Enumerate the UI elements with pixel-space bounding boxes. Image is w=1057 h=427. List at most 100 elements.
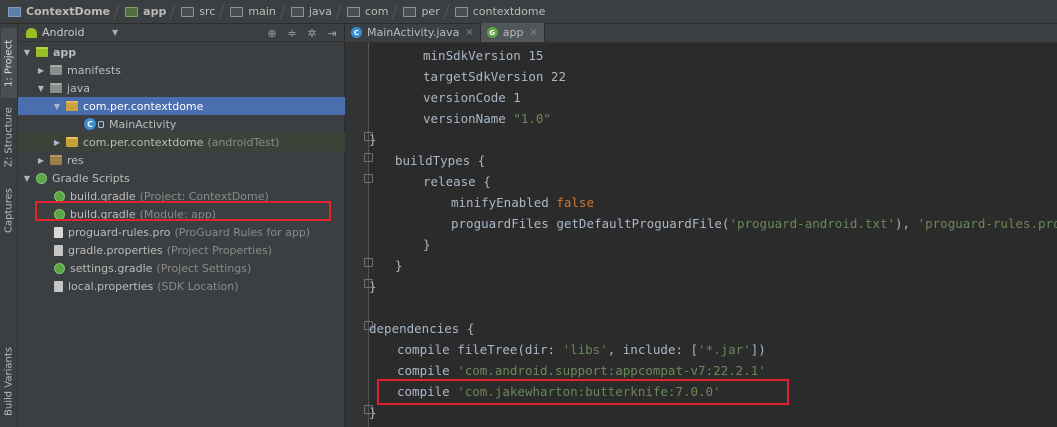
code-token: buildTypes { [395,153,486,168]
gradle-icon [54,190,65,202]
chevron-down-icon[interactable]: ▼ [36,84,46,93]
chevron-down-icon[interactable]: ▼ [52,102,62,111]
tree-item-local-properties[interactable]: local.properties (SDK Location) [18,277,345,295]
code-token: } [395,258,403,273]
breadcrumb-item-src[interactable]: src [177,3,226,21]
tool-window-strip: 1: Project Z: Structure Captures Build V… [0,24,18,427]
tab-structure[interactable]: Z: Structure [1,102,17,172]
package-icon [66,101,78,111]
tree-item-app[interactable]: ▼ app [18,43,345,61]
folder-icon [290,6,304,17]
code-token: versionCode 1 [423,90,521,105]
resource-folder-icon [50,155,62,165]
scroll-from-source-icon[interactable]: ⊕ [266,27,278,40]
code-line[interactable]: } [369,276,377,297]
code-token: minSdkVersion 15 [423,48,544,63]
project-view-selector[interactable]: Android ▼ ⊕ ≑ ✲ ⇥ [18,24,344,42]
tab-captures[interactable]: Captures [1,180,17,242]
tree-item-build-gradle-project[interactable]: build.gradle (Project: ContextDome) [18,187,345,205]
folder-icon [50,65,62,75]
tree-item-package-test[interactable]: ▶ com.per.contextdome (androidTest) [18,133,345,151]
panel-toolbar: ⊕ ≑ ✲ ⇥ [266,27,338,40]
chevron-down-icon: ▼ [112,28,119,37]
code-line[interactable]: } [369,129,377,150]
tab-app-gradle[interactable]: Gapp × [480,23,545,42]
code-line[interactable]: minSdkVersion 15 [423,45,543,66]
package-icon [66,137,78,147]
code-token: compile [397,363,458,378]
chevron-right-icon[interactable]: ▶ [36,156,46,165]
chevron-right-icon[interactable]: ▶ [36,66,46,75]
code-line[interactable]: compile fileTree(dir: 'libs', include: [… [397,339,766,360]
code-line[interactable]: dependencies { [369,318,474,339]
code-line[interactable]: } [423,234,431,255]
code-token: minifyEnabled [451,195,557,210]
code-line[interactable]: proguardFiles getDefaultProguardFile('pr… [451,213,1057,234]
chevron-down-icon[interactable]: ▼ [22,48,32,57]
code-token: ]) [750,342,766,357]
code-token: ), [895,216,918,231]
gradle-icon [36,172,47,184]
code-line[interactable]: compile 'com.android.support:appcompat-v… [397,360,766,381]
code-line[interactable]: } [369,402,377,423]
tree-item-gradle-properties[interactable]: gradle.properties (Project Properties) [18,241,345,259]
code-token: } [369,132,377,147]
tree-item-build-gradle-module[interactable]: build.gradle (Module: app) [18,205,345,223]
chevron-down-icon[interactable]: ▼ [22,174,32,183]
tree-item-proguard-rules[interactable]: proguard-rules.pro (ProGuard Rules for ap… [18,223,345,241]
breadcrumb-item-app[interactable]: app [121,3,177,21]
tree-item-java[interactable]: ▼ java [18,79,345,97]
hide-panel-icon[interactable]: ⇥ [326,27,338,40]
editor-tab-bar: C MainActivity.java × Gapp × [345,23,1057,43]
gradle-icon [54,262,65,274]
code-area[interactable]: minSdkVersion 15 targetSdkVersion 22 versi… [369,43,1057,427]
code-token: release { [423,174,491,189]
code-token: proguardFiles getDefaultProguardFile( [451,216,730,231]
tree-item-settings-gradle[interactable]: settings.gradle (Project Settings) [18,259,345,277]
breadcrumb-item-java[interactable]: java [287,3,343,21]
code-token: versionName [423,111,514,126]
code-editor[interactable]: minSdkVersion 15 targetSdkVersion 22 versi… [345,43,1057,427]
breadcrumb-item-per[interactable]: per [399,3,450,21]
code-line[interactable]: versionCode 1 [423,87,521,108]
file-icon [54,226,63,238]
code-line[interactable]: compile 'com.jakewharton:butterknife:7.0… [397,381,721,402]
code-token: false [556,195,594,210]
breadcrumb-item-contextdome[interactable]: contextdome [451,3,550,21]
collapse-all-icon[interactable]: ≑ [286,27,298,40]
code-line[interactable]: release { [423,171,491,192]
breadcrumb-item-com[interactable]: com [343,3,400,21]
code-line[interactable]: targetSdkVersion 22 [423,66,566,87]
code-line[interactable]: } [395,255,403,276]
close-icon[interactable]: × [465,27,473,38]
tab-project[interactable]: 1: Project [1,28,17,98]
tab-build-variants[interactable]: Build Variants [1,342,17,422]
chevron-right-icon[interactable]: ▶ [52,138,62,147]
tab-mainactivity[interactable]: C MainActivity.java × [345,23,481,42]
lock-icon [98,120,104,128]
tree-item-manifests[interactable]: ▶ manifests [18,61,345,79]
code-line[interactable]: buildTypes { [395,150,485,171]
android-icon [26,27,37,38]
breadcrumb-item-main[interactable]: main [226,3,286,21]
tree-item-mainactivity[interactable]: C MainActivity [18,115,345,133]
code-line[interactable]: versionName "1.0" [423,108,551,129]
folder-icon [230,6,244,17]
code-token: } [369,405,377,420]
code-token: '*.jar' [698,342,751,357]
tree-item-res[interactable]: ▶ res [18,151,345,169]
code-token: compile fileTree(dir: [397,342,563,357]
code-token: 'proguard-android.txt' [729,216,896,231]
close-icon[interactable]: × [529,27,537,38]
breadcrumb-item-project[interactable]: ContextDome [4,3,121,21]
code-token: 'com.android.support:appcompat-v7:22.2.1… [457,363,766,378]
folder-icon [403,6,417,17]
class-icon: C [351,27,362,38]
gear-icon[interactable]: ✲ [306,27,318,40]
tree-item-gradle-scripts[interactable]: ▼ Gradle Scripts [18,169,345,187]
code-line[interactable]: minifyEnabled false [451,192,594,213]
project-panel: Android ▼ ⊕ ≑ ✲ ⇥ ▼ app ▶ manifests ▼ java … [18,24,345,427]
module-folder-icon [125,6,139,17]
tree-item-package-main[interactable]: ▼ com.per.contextdome [18,97,345,115]
properties-file-icon [54,244,63,256]
